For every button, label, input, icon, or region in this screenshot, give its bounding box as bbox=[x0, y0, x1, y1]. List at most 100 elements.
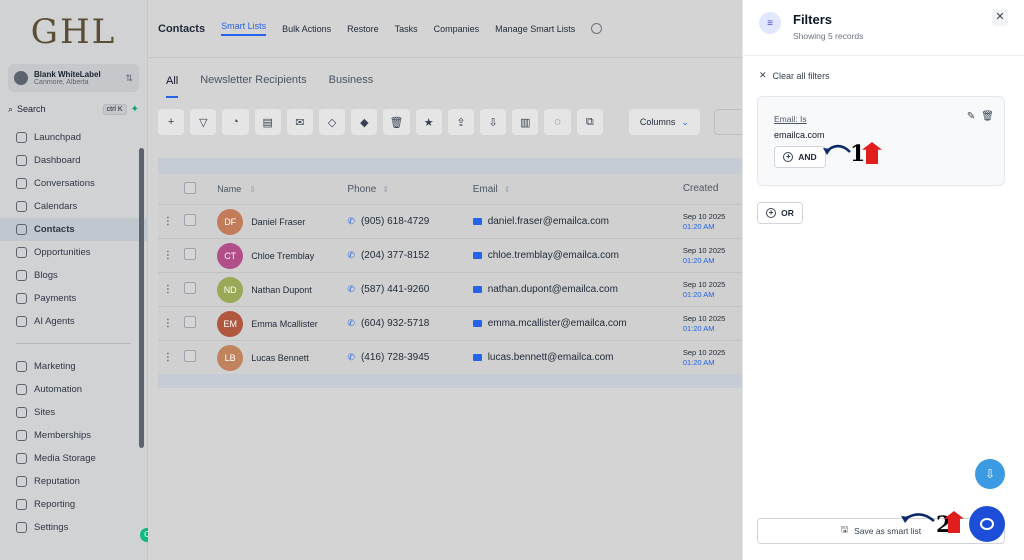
tab-smart-lists[interactable]: Smart Lists bbox=[221, 21, 267, 36]
sidebar-item-sites[interactable]: Sites bbox=[0, 401, 147, 424]
tab-tasks[interactable]: Tasks bbox=[395, 24, 418, 34]
drag-handle-icon[interactable]: ⋮ bbox=[158, 318, 178, 329]
contact-phone-cell[interactable]: ✆ (204) 377-8152 bbox=[347, 250, 472, 261]
contact-name[interactable]: Daniel Fraser bbox=[251, 217, 305, 227]
import-icon[interactable]: ⇩ bbox=[480, 109, 507, 135]
add-icon[interactable]: + bbox=[158, 109, 185, 135]
contact-name-cell[interactable]: ND Nathan Dupont bbox=[217, 276, 347, 303]
drag-handle-icon[interactable]: ⋮ bbox=[158, 352, 178, 363]
contact-name-cell[interactable]: DF Daniel Fraser bbox=[217, 208, 347, 235]
header-email[interactable]: Email ⇕ bbox=[473, 184, 683, 195]
row-checkbox[interactable] bbox=[183, 282, 196, 294]
contact-email[interactable]: chloe.tremblay@emailca.com bbox=[488, 250, 619, 261]
tag-add-icon[interactable]: ◇ bbox=[319, 109, 346, 135]
contact-name[interactable]: Nathan Dupont bbox=[251, 285, 312, 295]
or-button[interactable]: + OR bbox=[757, 202, 803, 224]
contact-email[interactable]: nathan.dupont@emailca.com bbox=[488, 284, 618, 295]
sidebar-item-ai-agents[interactable]: AI Agents bbox=[0, 310, 147, 333]
contact-phone[interactable]: (204) 377-8152 bbox=[361, 250, 429, 261]
tab-companies[interactable]: Companies bbox=[434, 24, 480, 34]
close-icon[interactable]: ✕ bbox=[992, 10, 1008, 26]
row-checkbox[interactable] bbox=[183, 350, 196, 362]
tab-manage-smart-lists[interactable]: Manage Smart Lists bbox=[495, 24, 575, 34]
row-checkbox[interactable] bbox=[183, 316, 196, 328]
sidebar-item-reputation[interactable]: Reputation bbox=[0, 470, 147, 493]
merge-icon[interactable]: ⧉ bbox=[576, 109, 603, 135]
contact-phone[interactable]: (905) 618-4729 bbox=[361, 216, 429, 227]
account-switcher[interactable]: Blank WhiteLabel Canmore, Alberta ⇅ bbox=[8, 64, 139, 92]
trash-icon[interactable]: 🗑 bbox=[981, 111, 994, 122]
drag-handle-icon[interactable]: ⋮ bbox=[158, 284, 178, 295]
chat-widget-button[interactable] bbox=[969, 506, 1005, 542]
star-icon[interactable]: ★ bbox=[415, 109, 442, 135]
filter-label[interactable]: Email: Is bbox=[774, 114, 988, 124]
drag-handle-icon[interactable]: ⋮ bbox=[158, 216, 178, 227]
sidebar-scrollbar[interactable] bbox=[139, 148, 144, 448]
sidebar-item-media-storage[interactable]: Media Storage bbox=[0, 447, 147, 470]
export-icon[interactable]: ⇪ bbox=[447, 109, 475, 135]
sidebar-item-dashboard[interactable]: Dashboard bbox=[0, 149, 147, 172]
header-phone[interactable]: Phone ⇕ bbox=[347, 184, 472, 195]
sms-icon[interactable]: ▤ bbox=[254, 109, 281, 135]
sidebar-item-launchpad[interactable]: Launchpad bbox=[0, 126, 147, 149]
table-search-input[interactable] bbox=[713, 109, 743, 135]
contact-name-cell[interactable]: LB Lucas Bennett bbox=[217, 344, 347, 371]
email-icon[interactable]: ✉ bbox=[286, 109, 314, 135]
contact-email-cell[interactable]: nathan.dupont@emailca.com bbox=[472, 284, 683, 295]
whatsapp-icon[interactable]: ◌ bbox=[544, 109, 571, 135]
download-icon[interactable]: ⇩ bbox=[975, 459, 1005, 489]
contact-phone[interactable]: (416) 728-3945 bbox=[361, 352, 429, 363]
edit-icon[interactable]: ✎ bbox=[967, 111, 975, 122]
sidebar-item-contacts[interactable]: Contacts bbox=[0, 218, 147, 241]
sidebar-item-memberships[interactable]: Memberships bbox=[0, 424, 147, 447]
sparkle-icon[interactable]: ✦ bbox=[131, 104, 139, 115]
row-checkbox[interactable] bbox=[183, 248, 196, 260]
sidebar-item-calendars[interactable]: Calendars bbox=[0, 195, 147, 218]
contact-email[interactable]: emma.mcallister@emailca.com bbox=[488, 318, 627, 329]
contact-email-cell[interactable]: lucas.bennett@emailca.com bbox=[472, 352, 683, 363]
columns-button[interactable]: Columns ⌄ bbox=[628, 109, 700, 135]
tag-remove-icon[interactable]: ◆ bbox=[351, 109, 378, 135]
contact-name[interactable]: Emma Mcallister bbox=[251, 319, 318, 329]
contact-phone[interactable]: (587) 441-9260 bbox=[361, 284, 429, 295]
chart-icon[interactable]: ▥ bbox=[512, 109, 539, 135]
subtab-business[interactable]: Business bbox=[329, 74, 374, 86]
table-row[interactable]: ⋮ LB Lucas Bennett ✆ (416) 728-3945 lucas.ben… bbox=[158, 340, 742, 374]
filter-icon[interactable]: ▽ bbox=[190, 109, 217, 135]
table-row[interactable]: ⋮ EM Emma Mcallister ✆ (604) 932-5718 emma.mc… bbox=[158, 306, 742, 340]
contact-name[interactable]: Chloe Tremblay bbox=[251, 251, 314, 261]
contact-email-cell[interactable]: chloe.tremblay@emailca.com bbox=[472, 250, 683, 261]
and-button[interactable]: + AND bbox=[774, 146, 826, 168]
sidebar-item-marketing[interactable]: Marketing bbox=[0, 355, 147, 378]
tab-bulk-actions[interactable]: Bulk Actions bbox=[282, 24, 331, 34]
contact-email-cell[interactable]: emma.mcallister@emailca.com bbox=[472, 318, 683, 329]
contact-email[interactable]: daniel.fraser@emailca.com bbox=[488, 216, 609, 227]
sidebar-search[interactable]: ⌕ Search ctrl K ✦ bbox=[8, 100, 139, 118]
table-row[interactable]: ⋮ ND Nathan Dupont ✆ (587) 441-9260 nathan.du… bbox=[158, 272, 742, 306]
contact-name[interactable]: Lucas Bennett bbox=[251, 353, 309, 363]
sidebar-item-blogs[interactable]: Blogs bbox=[0, 264, 147, 287]
contact-phone-cell[interactable]: ✆ (416) 728-3945 bbox=[347, 352, 472, 363]
header-name[interactable]: Name ⇕ bbox=[217, 184, 347, 194]
contact-name-cell[interactable]: EM Emma Mcallister bbox=[217, 310, 347, 337]
contact-phone[interactable]: (604) 932-5718 bbox=[361, 318, 429, 329]
table-row[interactable]: ⋮ CT Chloe Tremblay ✆ (204) 377-8152 chloe.tr… bbox=[158, 238, 742, 272]
workflow-icon[interactable]: ◔ bbox=[222, 109, 249, 135]
header-created[interactable]: Created bbox=[683, 184, 742, 194]
sidebar-item-payments[interactable]: Payments bbox=[0, 287, 147, 310]
subtab-all[interactable]: All bbox=[166, 75, 179, 98]
tab-restore[interactable]: Restore bbox=[347, 24, 379, 34]
contact-email[interactable]: lucas.bennett@emailca.com bbox=[488, 352, 614, 363]
sidebar-item-reporting[interactable]: Reporting bbox=[0, 493, 147, 516]
sidebar-item-automation[interactable]: Automation bbox=[0, 378, 147, 401]
sidebar-item-settings[interactable]: Settings bbox=[0, 516, 147, 539]
contact-phone-cell[interactable]: ✆ (905) 618-4729 bbox=[347, 216, 472, 227]
sidebar-item-conversations[interactable]: Conversations bbox=[0, 172, 147, 195]
subtab-newsletter-recipients[interactable]: Newsletter Recipients bbox=[200, 74, 306, 86]
table-row[interactable]: ⋮ DF Daniel Fraser ✆ (905) 618-4729 daniel.fr… bbox=[158, 204, 742, 238]
select-all-checkbox[interactable] bbox=[183, 181, 196, 194]
clear-all-filters-button[interactable]: ✕ Clear all filters bbox=[759, 70, 830, 81]
contact-phone-cell[interactable]: ✆ (604) 932-5718 bbox=[347, 318, 472, 329]
row-checkbox[interactable] bbox=[183, 214, 196, 226]
contact-name-cell[interactable]: CT Chloe Tremblay bbox=[217, 242, 347, 269]
